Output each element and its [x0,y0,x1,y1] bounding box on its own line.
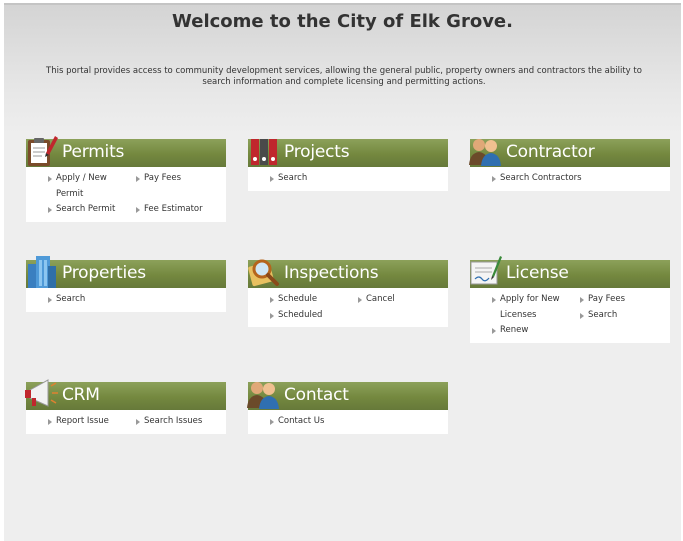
building-icon [28,256,56,288]
tile-contractor: Contractor Search Contractors [469,139,670,191]
link-schedule[interactable]: Schedule [270,292,358,308]
people-icon [247,382,279,409]
tile-links: Schedule Cancel Scheduled [248,288,448,327]
tile-links: Search [248,167,448,191]
tile-contact: Contact Contact Us [247,382,448,434]
tile-header[interactable]: License [470,256,670,288]
tile-properties: Properties Search [26,256,226,312]
link-report-issue[interactable]: Report Issue [48,414,136,430]
tile-title-inspections: Inspections [284,263,379,283]
tile-header[interactable]: Inspections [248,259,448,288]
link-search[interactable]: Search [48,292,136,308]
link-search[interactable]: Search [270,171,358,187]
tile-links: Search [26,288,226,312]
link-renew[interactable]: Renew [492,323,580,339]
link-fee-estimator[interactable]: Fee Estimator [136,202,224,218]
portal-container: Welcome to the City of Elk Grove. This p… [4,3,681,541]
tile-title-license: License [506,263,569,283]
link-pay-fees[interactable]: Pay Fees [580,292,668,308]
tile-title-projects: Projects [284,142,350,162]
tile-title-properties: Properties [62,263,146,283]
tile-title-permits: Permits [62,142,125,162]
link-scheduled[interactable]: Scheduled [270,308,358,324]
tile-projects: Projects Search [248,139,448,191]
tile-links: Contact Us [248,410,448,434]
link-apply-for-new-licenses-cont[interactable]: Licenses [492,308,580,324]
tile-header[interactable]: CRM [25,379,226,410]
tile-header[interactable]: Projects [248,139,448,167]
magnifier-icon [248,259,279,287]
link-contact-us[interactable]: Contact Us [270,414,358,430]
tile-header[interactable]: Contractor [469,139,670,167]
tile-inspections: Inspections Schedule Cancel Scheduled [248,259,448,327]
link-apply-for-new-licenses[interactable]: Apply for New [492,292,580,308]
tile-header[interactable]: Properties [26,256,226,288]
link-search-permit[interactable]: Search Permit [48,202,136,218]
tile-title-contact: Contact [284,385,349,405]
link-search-contractors[interactable]: Search Contractors [492,171,668,187]
link-cancel[interactable]: Cancel [358,292,446,308]
tile-permits: Permits Apply / New Permit Pay Fees Sear… [26,136,226,222]
tile-links: Search Contractors [470,167,670,191]
tile-links: Report Issue Search Issues [26,410,226,434]
link-pay-fees[interactable]: Pay Fees [136,171,224,202]
tile-header[interactable]: Contact [247,382,448,410]
megaphone-icon [25,379,58,407]
link-search-issues[interactable]: Search Issues [136,414,224,430]
tile-title-contractor: Contractor [506,142,595,162]
tile-header[interactable]: Permits [26,136,226,167]
page-title: Welcome to the City of Elk Grove. [172,11,513,32]
permit-clipboard-icon [28,136,58,166]
tile-license: License Apply for New Pay Fees Licenses … [470,256,670,343]
intro-text: This portal provides access to community… [46,66,642,87]
certificate-icon [470,256,502,285]
tile-links: Apply for New Pay Fees Licenses Search R… [470,288,670,343]
people-icon [469,139,501,166]
tile-crm: CRM Report Issue Search Issues [25,379,226,434]
link-search[interactable]: Search [580,308,668,324]
tile-links: Apply / New Permit Pay Fees Search Permi… [26,167,226,222]
link-apply-new-permit[interactable]: Apply / New Permit [48,171,136,202]
tile-title-crm: CRM [62,385,100,405]
binders-icon [251,139,277,165]
